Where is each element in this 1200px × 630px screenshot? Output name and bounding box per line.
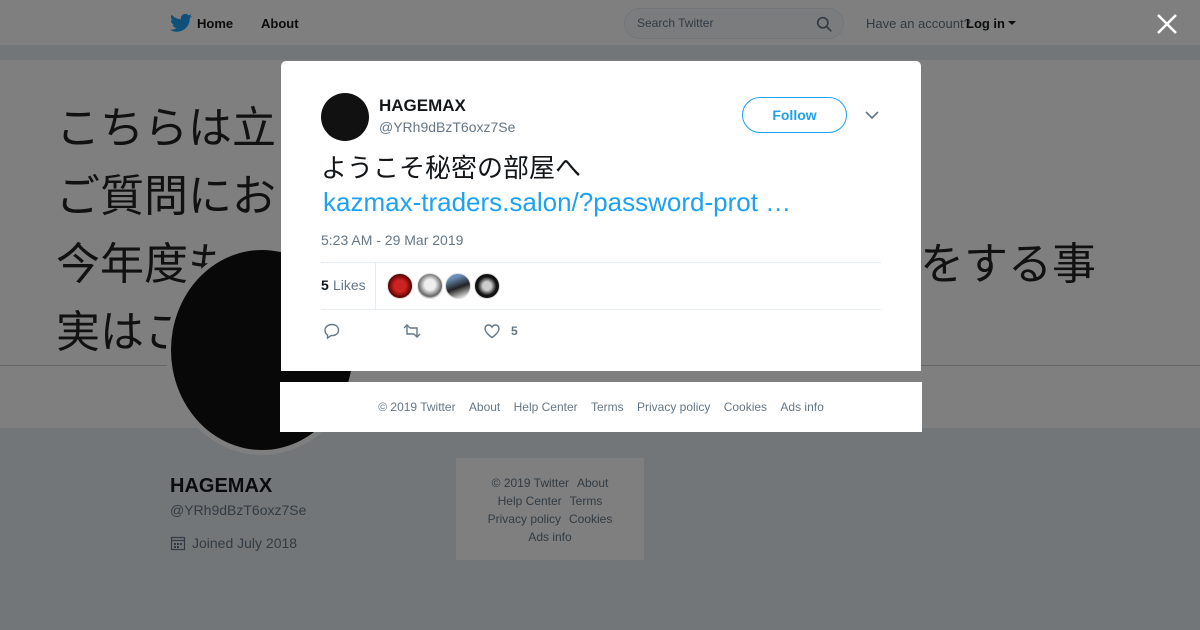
footer-link-cookies[interactable]: Cookies [724, 400, 767, 414]
retweet-icon[interactable] [403, 322, 421, 340]
tweet-link[interactable]: kazmax-traders.salon/?password-prot … [323, 186, 791, 218]
tweet-author-handle[interactable]: @YRh9dBzT6oxz7Se [379, 119, 515, 135]
follow-button[interactable]: Follow [742, 97, 847, 133]
tweet-author-name[interactable]: HAGEMAX [379, 96, 466, 116]
like-action-count: 5 [511, 324, 518, 338]
tweet-timestamp[interactable]: 5:23 AM - 29 Mar 2019 [321, 232, 463, 248]
footer-link-ads[interactable]: Ads info [780, 400, 823, 414]
divider [321, 262, 881, 263]
chevron-down-icon[interactable] [864, 109, 880, 121]
close-icon[interactable] [1155, 12, 1179, 36]
tweet-text: ようこそ秘密の部屋へ [321, 154, 582, 184]
footer-link-help[interactable]: Help Center [514, 400, 578, 414]
footer-link-about[interactable]: About [469, 400, 500, 414]
liker-avatar[interactable] [445, 273, 471, 299]
footer-link-privacy[interactable]: Privacy policy [637, 400, 710, 414]
tweet-modal: HAGEMAX @YRh9dBzT6oxz7Se Follow ようこそ秘密の部… [281, 61, 921, 371]
divider [321, 309, 881, 310]
liker-avatar[interactable] [417, 273, 443, 299]
footer-link-terms[interactable]: Terms [591, 400, 624, 414]
heart-icon[interactable] [483, 322, 501, 340]
reply-icon[interactable] [323, 322, 341, 340]
tweet-author-avatar[interactable] [321, 93, 369, 141]
likes-count[interactable]: 5 [321, 277, 329, 293]
liker-avatar[interactable] [474, 273, 500, 299]
modal-footer: © 2019 Twitter About Help Center Terms P… [280, 382, 922, 432]
liker-avatar[interactable] [387, 273, 413, 299]
footer-copyright: © 2019 Twitter [378, 400, 456, 414]
likes-label[interactable]: Likes [333, 277, 366, 293]
divider [375, 263, 376, 309]
